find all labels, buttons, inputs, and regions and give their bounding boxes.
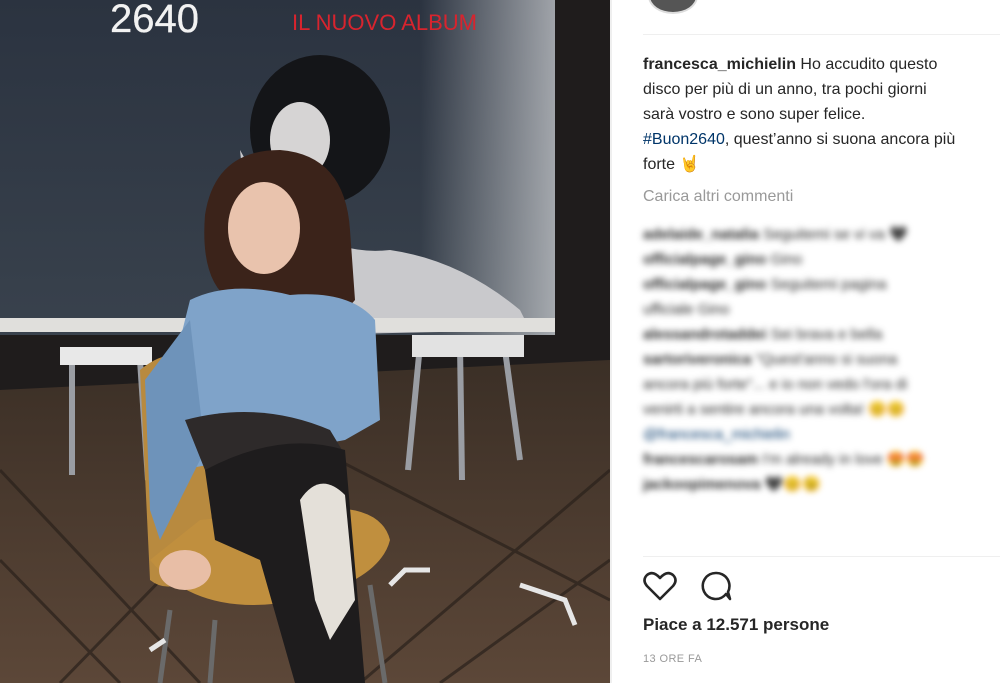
load-more-comments-button[interactable]: Carica altri commenti [643, 188, 793, 206]
comment-username[interactable]: officialpage_gino [643, 276, 766, 293]
comment-bubble-icon[interactable] [699, 570, 733, 602]
comment-text: Gino [770, 251, 803, 268]
comment-username[interactable]: officialpage_gino [643, 251, 766, 268]
comment-text: ancora più forte"... e io non vedo l'ora… [643, 376, 908, 393]
comment-text: Seguitemi pagina [770, 276, 887, 293]
comment-item: sartoriveronica "Quest'anno si suona [643, 347, 1000, 372]
comment-text: Sei brava e bella [770, 326, 883, 343]
comment-item: adelaide_natalia Seguitemi se vi va 🖤 [643, 222, 1000, 247]
comment-username[interactable]: jackoopimenova [643, 476, 761, 493]
comment-item: jackoopimenova 🖤😊😉 [643, 472, 1000, 497]
header-divider [643, 34, 1000, 35]
likes-count[interactable]: Piace a 12.571 persone [643, 615, 829, 635]
post-photo[interactable]: 2640 IL NUOVO ALBUM [0, 0, 610, 683]
comment-text: "Quest'anno si suona [755, 351, 898, 368]
comment-username[interactable]: alessandrotaddei [643, 326, 766, 343]
comment-username[interactable]: francescarosam [643, 451, 758, 468]
actions-divider [643, 556, 1000, 557]
post-side-panel: francesca_michielin Ho accudito questo d… [612, 0, 1000, 683]
caption-username[interactable]: francesca_michielin [643, 56, 796, 73]
caption-text-line4: , quest’anno si suona ancora più [724, 131, 956, 148]
comment-item: ufficiale Gino [643, 297, 1000, 322]
caption-text-line2: disco per più di un anno, tra pochi gior… [643, 81, 927, 98]
comment-item: francescarosam I'm already in love 😍😍 [643, 447, 1000, 472]
comment-text: 🖤😊😉 [764, 476, 821, 493]
comment-text: I'm already in love 😍😍 [762, 451, 925, 468]
comment-item: alessandrotaddei Sei brava e bella [643, 322, 1000, 347]
comment-mention[interactable]: @francesca_michielin [643, 426, 790, 443]
comment-item: officialpage_gino Seguitemi pagina [643, 272, 1000, 297]
comment-text: ufficiale Gino [643, 301, 730, 318]
comment-username[interactable]: adelaide_natalia [643, 226, 759, 243]
heart-icon[interactable] [643, 570, 677, 602]
post-caption: francesca_michielin Ho accudito questo d… [643, 52, 1000, 177]
comment-item: officialpage_gino Gino [643, 247, 1000, 272]
caption-text-line1: Ho accudito questo [800, 56, 938, 73]
caption-text-line3: sarà vostro e sono super felice. [643, 106, 866, 123]
caption-hashtag[interactable]: #Buon2640 [643, 131, 725, 148]
comment-item: ancora più forte"... e io non vedo l'ora… [643, 372, 1000, 397]
comment-text: venirti a sentire ancora una volta! 😊😊 [643, 401, 906, 418]
avatar[interactable] [648, 0, 698, 14]
comment-item: @francesca_michielin [643, 422, 1000, 447]
comment-item: venirti a sentire ancora una volta! 😊😊 [643, 397, 1000, 422]
comments-list: adelaide_natalia Seguitemi se vi va 🖤 of… [643, 222, 1000, 497]
banner-number: 2640 [110, 0, 199, 41]
caption-text-line5: forte 🤘 [643, 156, 700, 173]
post-timestamp[interactable]: 13 ORE FA [643, 653, 702, 665]
comment-text: Seguitemi se vi va 🖤 [763, 226, 908, 243]
banner-tagline: IL NUOVO ALBUM [292, 10, 477, 35]
comment-username[interactable]: sartoriveronica [643, 351, 751, 368]
post-actions [643, 570, 733, 604]
